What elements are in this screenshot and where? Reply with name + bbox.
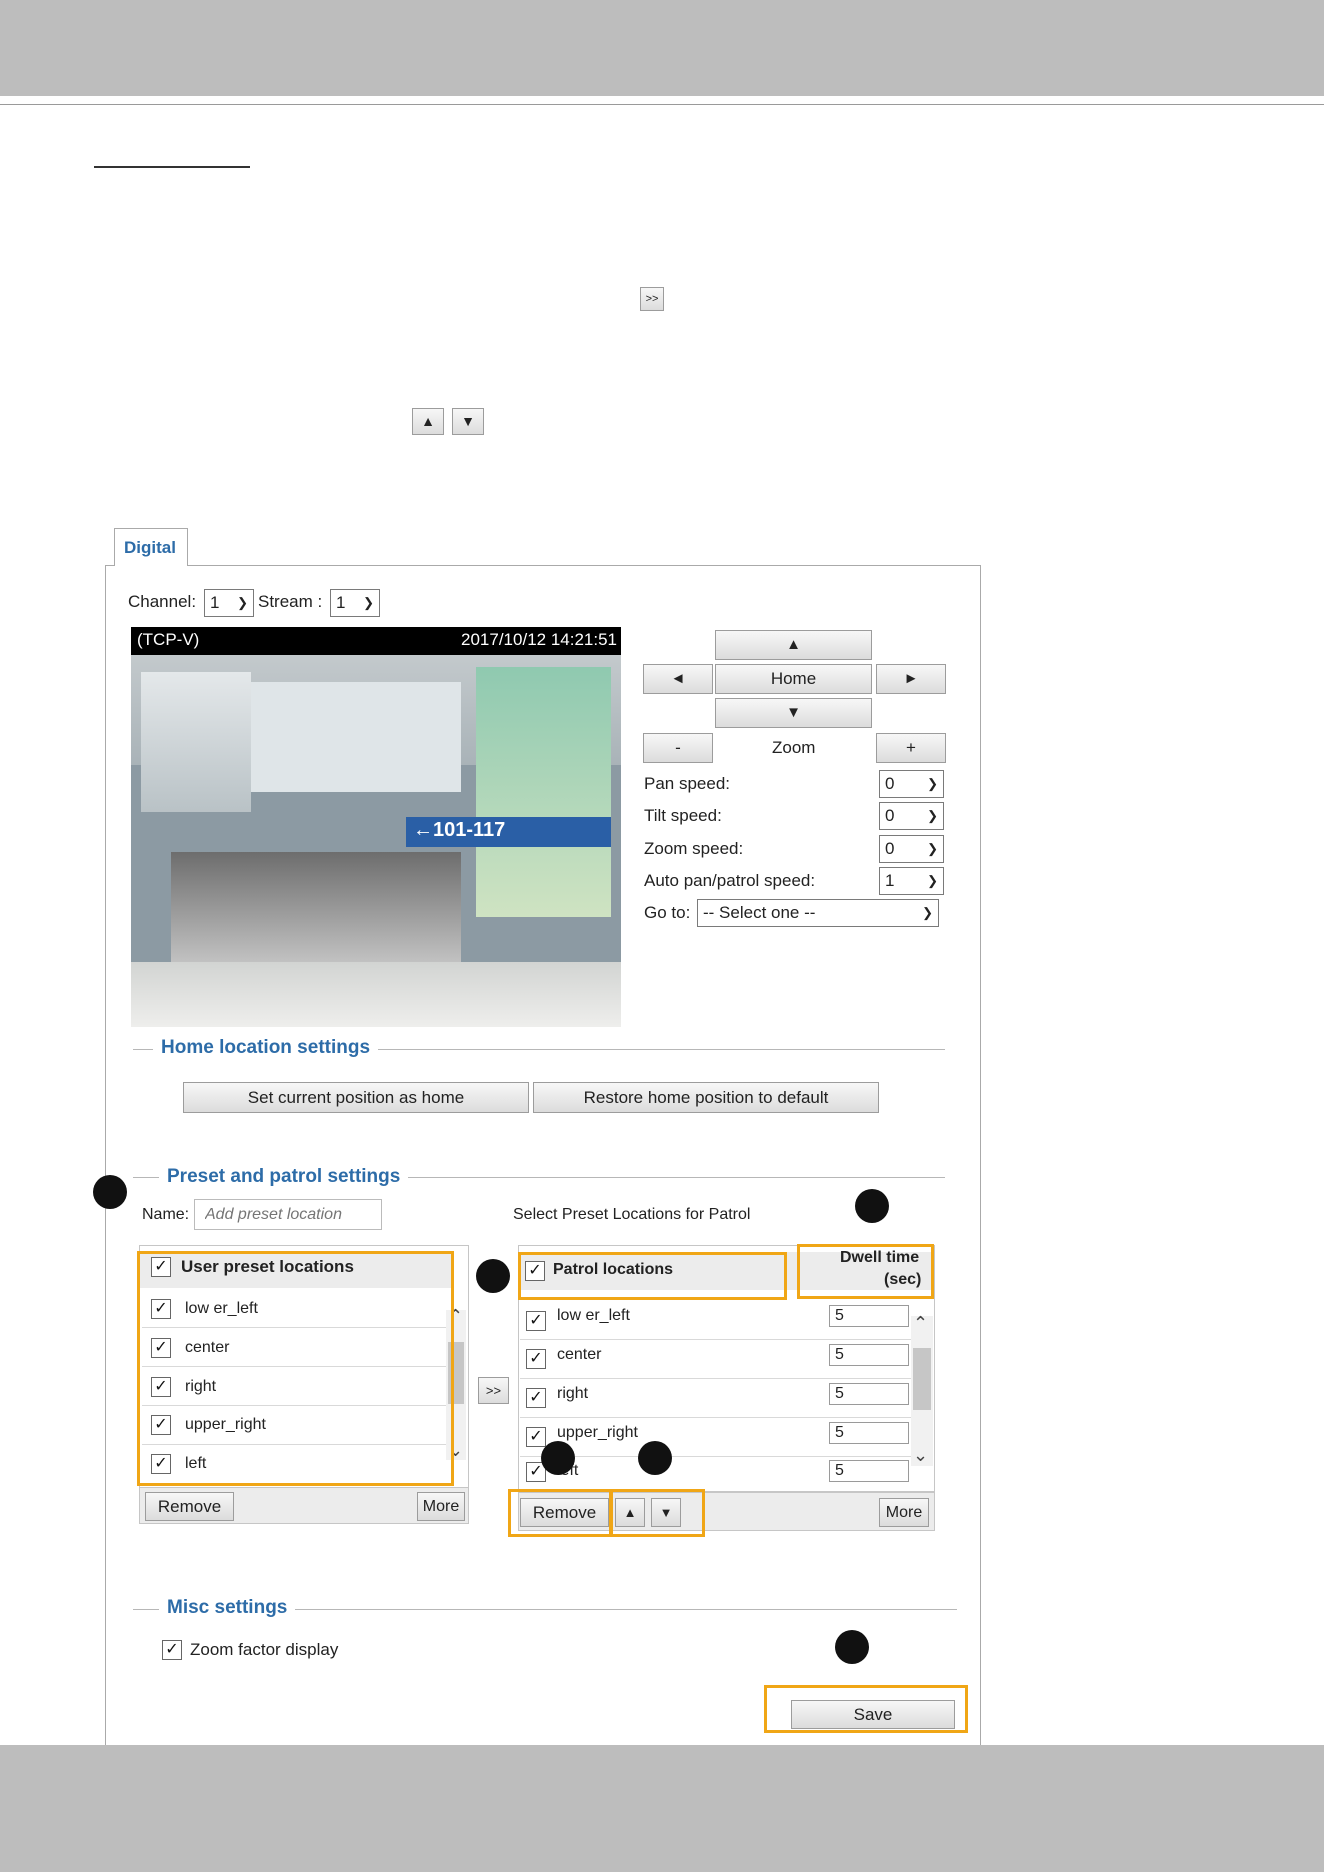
goto-value: -- Select one --	[703, 903, 816, 922]
tab-digital[interactable]: Digital	[114, 528, 188, 566]
auto-speed-value: 1	[885, 871, 895, 890]
zoom-factor-checkbox[interactable]: ✓	[162, 1640, 182, 1660]
stream-select[interactable]: 1 ❯	[330, 589, 380, 617]
patrol-row-label: right	[557, 1385, 589, 1402]
chevron-down-icon: ❯	[922, 905, 933, 920]
zoom-speed-select[interactable]: 0 ❯	[879, 835, 944, 863]
callout-marker	[835, 1630, 869, 1664]
bottom-band	[0, 1745, 1324, 1872]
auto-speed-select[interactable]: 1 ❯	[879, 867, 944, 895]
stream-label: Stream :	[258, 592, 323, 611]
channel-label: Channel:	[128, 592, 197, 611]
scene-map-panel	[476, 667, 611, 917]
zoom-speed-label: Zoom speed:	[644, 839, 744, 858]
preset-section-title: Preset and patrol settings	[159, 1166, 409, 1188]
heading-underline	[94, 166, 250, 168]
callout-marker	[638, 1441, 672, 1475]
chevron-down-icon: ❯	[927, 873, 938, 888]
highlight-box	[610, 1489, 705, 1537]
inline-up-icon: ▲	[412, 408, 444, 435]
highlight-box	[797, 1244, 934, 1299]
pan-left-button[interactable]: ◄	[643, 664, 713, 694]
patrol-list-scrollbar[interactable]	[911, 1316, 933, 1466]
top-band	[0, 0, 1324, 96]
scene-shop	[171, 852, 461, 972]
dwell-time-input[interactable]: 5	[829, 1460, 909, 1482]
video-timestamp: 2017/10/12 14:21:51	[461, 630, 617, 649]
add-to-patrol-button[interactable]: >>	[478, 1377, 509, 1404]
chevron-down-icon: ❯	[927, 808, 938, 823]
chevron-down-icon: ❯	[363, 595, 374, 610]
zoom-label: Zoom	[772, 738, 816, 757]
set-home-button[interactable]: Set current position as home	[183, 1082, 529, 1113]
highlight-box	[137, 1251, 454, 1486]
scroll-down-icon[interactable]: ⌄	[913, 1445, 928, 1466]
scene-floor	[131, 962, 621, 1027]
callout-marker	[93, 1175, 127, 1209]
patrol-row-label: upper_right	[557, 1424, 638, 1441]
patrol-row-label: low er_left	[557, 1307, 630, 1324]
dwell-time-input[interactable]: 5	[829, 1422, 909, 1444]
preset-name-input[interactable]	[194, 1199, 382, 1230]
pan-speed-label: Pan speed:	[644, 774, 731, 793]
more-preset-button[interactable]: More	[417, 1492, 465, 1521]
tilt-speed-label: Tilt speed:	[644, 806, 722, 825]
tilt-speed-value: 0	[885, 806, 895, 825]
patrol-header-label: Select Preset Locations for Patrol	[513, 1206, 751, 1223]
auto-speed-label: Auto pan/patrol speed:	[644, 871, 816, 890]
chevron-down-icon: ❯	[927, 776, 938, 791]
pan-speed-value: 0	[885, 774, 895, 793]
callout-marker	[476, 1259, 510, 1293]
channel-value: 1	[210, 593, 220, 612]
scene-glass-wall	[141, 672, 251, 812]
zoom-in-button[interactable]: +	[876, 733, 946, 763]
chevron-down-icon: ❯	[237, 595, 248, 610]
misc-section-title: Misc settings	[159, 1597, 296, 1619]
scrollbar-thumb[interactable]	[913, 1348, 931, 1410]
home-button[interactable]: Home	[715, 664, 872, 694]
zoom-speed-value: 0	[885, 839, 895, 858]
patrol-row-checkbox[interactable]: ✓	[526, 1311, 546, 1331]
tilt-speed-select[interactable]: 0 ❯	[879, 802, 944, 830]
stream-value: 1	[336, 593, 346, 612]
chevron-down-icon: ❯	[927, 841, 938, 856]
header-rule	[0, 104, 1324, 105]
remove-preset-button[interactable]: Remove	[145, 1492, 234, 1521]
goto-select[interactable]: -- Select one -- ❯	[697, 899, 939, 927]
video-protocol: (TCP-V)	[137, 630, 200, 649]
pan-right-button[interactable]: ►	[876, 664, 946, 694]
patrol-row-checkbox[interactable]: ✓	[526, 1427, 546, 1447]
zoom-out-button[interactable]: -	[643, 733, 713, 763]
patrol-row-checkbox[interactable]: ✓	[526, 1349, 546, 1369]
dwell-time-input[interactable]: 5	[829, 1344, 909, 1366]
dwell-time-input[interactable]: 5	[829, 1383, 909, 1405]
channel-select[interactable]: 1 ❯	[204, 589, 254, 617]
dwell-time-input[interactable]: 5	[829, 1305, 909, 1327]
zoom-factor-label: Zoom factor display	[190, 1640, 339, 1659]
callout-marker	[541, 1441, 575, 1475]
patrol-row-checkbox[interactable]: ✓	[526, 1388, 546, 1408]
highlight-box	[764, 1685, 968, 1733]
scene-sign-text: ←101-117	[413, 819, 506, 841]
scene-window	[251, 682, 461, 792]
highlight-box	[508, 1489, 612, 1537]
scroll-up-icon[interactable]: ⌃	[913, 1313, 928, 1334]
patrol-row-label: center	[557, 1346, 602, 1363]
pan-down-button[interactable]: ▼	[715, 698, 872, 728]
home-section-title: Home location settings	[153, 1037, 379, 1059]
more-patrol-button[interactable]: More	[879, 1498, 929, 1527]
restore-home-button[interactable]: Restore home position to default	[533, 1082, 879, 1113]
goto-label: Go to:	[644, 903, 691, 922]
inline-down-icon: ▼	[452, 408, 484, 435]
inline-add-icon: >>	[640, 287, 664, 311]
highlight-box	[518, 1252, 787, 1300]
pan-up-button[interactable]: ▲	[715, 630, 872, 660]
pan-speed-select[interactable]: 0 ❯	[879, 770, 944, 798]
live-video-view[interactable]: (TCP-V) 2017/10/12 14:21:51 ←101-117	[131, 627, 621, 1027]
preset-name-label: Name:	[142, 1206, 190, 1223]
tab-digital-label: Digital	[124, 538, 176, 557]
callout-marker	[855, 1189, 889, 1223]
